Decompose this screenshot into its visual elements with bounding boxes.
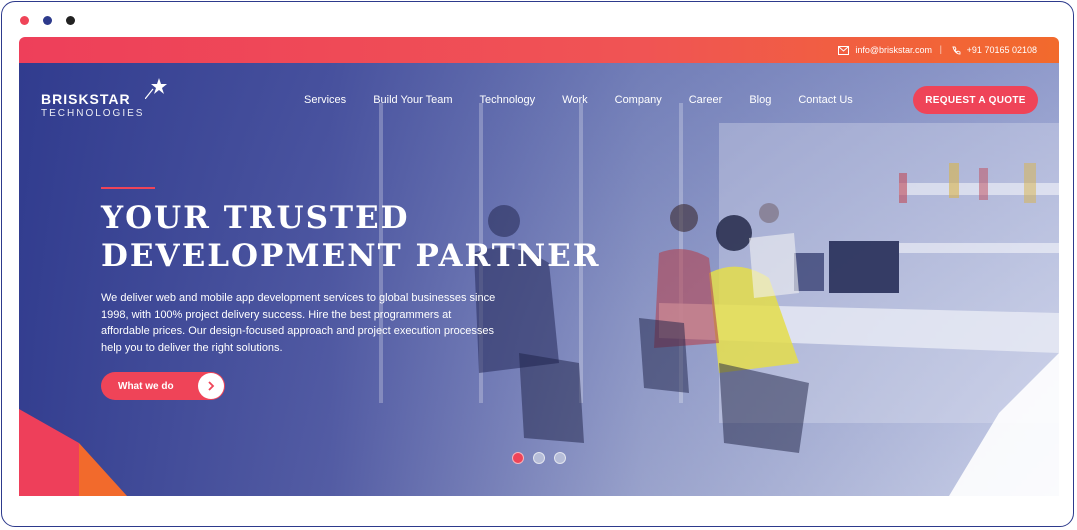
nav-item-career[interactable]: Career xyxy=(689,94,723,106)
slider-pagination xyxy=(512,452,566,464)
nav-item-contact-us[interactable]: Contact Us xyxy=(798,94,852,106)
phone-link[interactable]: +91 70165 02108 xyxy=(952,45,1037,55)
window-minimize-dot[interactable] xyxy=(43,16,52,25)
cta-label: What we do xyxy=(118,380,174,392)
hero-section: BRISKSTAR TECHNOLOGIES Services Build Yo… xyxy=(19,63,1059,496)
slide-dot-3[interactable] xyxy=(554,452,566,464)
slide-dot-2[interactable] xyxy=(533,452,545,464)
logo-name: BRISKSTAR xyxy=(41,91,131,107)
headline-line-2: DEVELOPMENT PARTNER xyxy=(101,238,601,274)
hero-headline: YOUR TRUSTED DEVELOPMENT PARTNER xyxy=(101,199,601,275)
hero-description: We deliver web and mobile app developmen… xyxy=(101,292,496,354)
topbar-separator: | xyxy=(939,44,942,54)
window-maximize-dot[interactable] xyxy=(66,16,75,25)
briskstar-logo[interactable]: BRISKSTAR TECHNOLOGIES xyxy=(41,78,167,119)
headline-accent-line xyxy=(101,187,155,189)
nav-item-company[interactable]: Company xyxy=(615,94,662,106)
request-quote-button[interactable]: REQUEST A QUOTE xyxy=(913,86,1038,114)
website-viewport: info@briskstar.com | +91 70165 02108 BRI… xyxy=(19,37,1059,496)
headline-line-1: YOUR TRUSTED xyxy=(101,200,410,236)
email-text: info@briskstar.com xyxy=(855,45,932,55)
nav-item-services[interactable]: Services xyxy=(304,94,346,106)
office-background-photo xyxy=(19,103,1059,496)
mail-icon xyxy=(838,45,850,55)
phone-icon xyxy=(952,46,961,54)
chevron-right-icon xyxy=(198,373,224,399)
nav-item-build-your-team[interactable]: Build Your Team xyxy=(373,94,452,106)
contact-topbar: info@briskstar.com | +91 70165 02108 xyxy=(19,37,1059,63)
email-link[interactable]: info@briskstar.com xyxy=(838,45,932,55)
what-we-do-button[interactable]: What we do xyxy=(101,372,225,400)
phone-text: +91 70165 02108 xyxy=(966,45,1037,55)
logo-subtitle: TECHNOLOGIES xyxy=(41,108,145,119)
star-logo-icon xyxy=(145,78,167,99)
nav-item-work[interactable]: Work xyxy=(562,94,587,106)
nav-item-technology[interactable]: Technology xyxy=(480,94,536,106)
main-navigation: Services Build Your Team Technology Work… xyxy=(304,94,880,106)
nav-item-blog[interactable]: Blog xyxy=(749,94,771,106)
window-close-dot[interactable] xyxy=(20,16,29,25)
slide-dot-1[interactable] xyxy=(512,452,524,464)
